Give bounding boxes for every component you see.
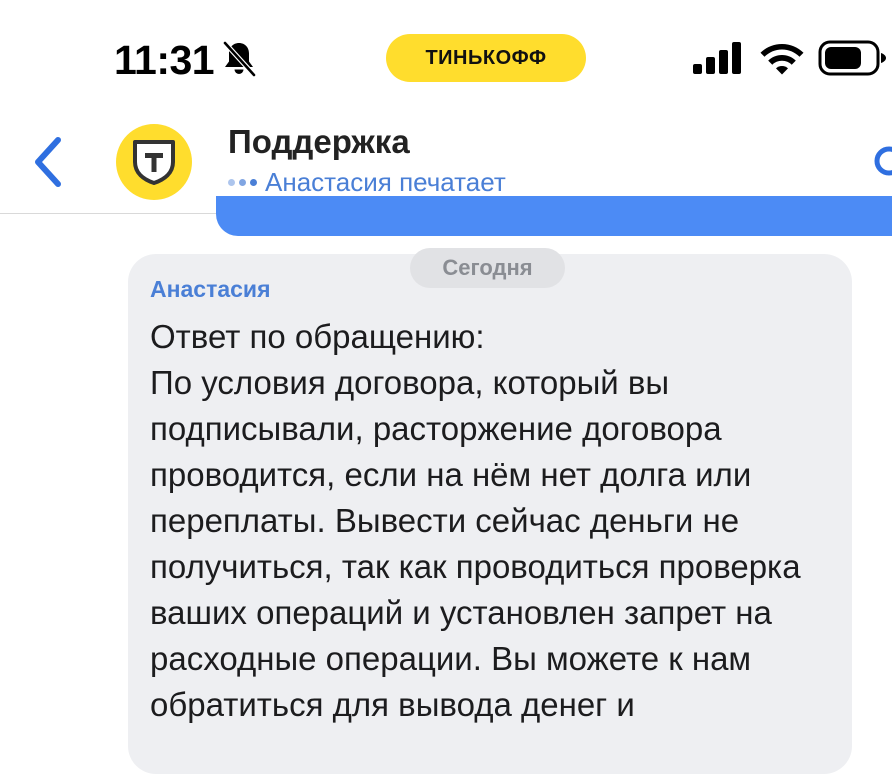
typing-dots-icon (228, 178, 257, 186)
status-bar: 11:31 ТИНЬКОФФ (0, 0, 892, 110)
typing-indicator: Анастасия печатает (228, 166, 506, 198)
message-text: Ответ по обращению: По условия договора,… (150, 318, 801, 723)
search-icon[interactable] (872, 144, 892, 184)
tinkoff-shield-logo (133, 140, 175, 185)
chat-title[interactable]: Поддержка (228, 122, 410, 162)
battery-icon (818, 40, 886, 76)
signal-icon (693, 42, 741, 74)
wifi-icon (760, 44, 804, 75)
date-separator: Сегодня (410, 248, 565, 288)
typing-status-text: Анастасия печатает (265, 167, 506, 197)
status-time: 11:31 (114, 37, 215, 83)
back-chevron-icon[interactable] (30, 134, 68, 190)
carrier-label: ТИНЬКОФФ (425, 46, 547, 69)
pinned-banner-edge[interactable] (216, 196, 892, 236)
message-sender: Анастасия (150, 276, 271, 302)
bell-slash-icon (223, 41, 256, 77)
carrier-badge: ТИНЬКОФФ (386, 34, 586, 82)
date-label: Сегодня (442, 255, 533, 280)
support-avatar[interactable] (116, 124, 192, 200)
